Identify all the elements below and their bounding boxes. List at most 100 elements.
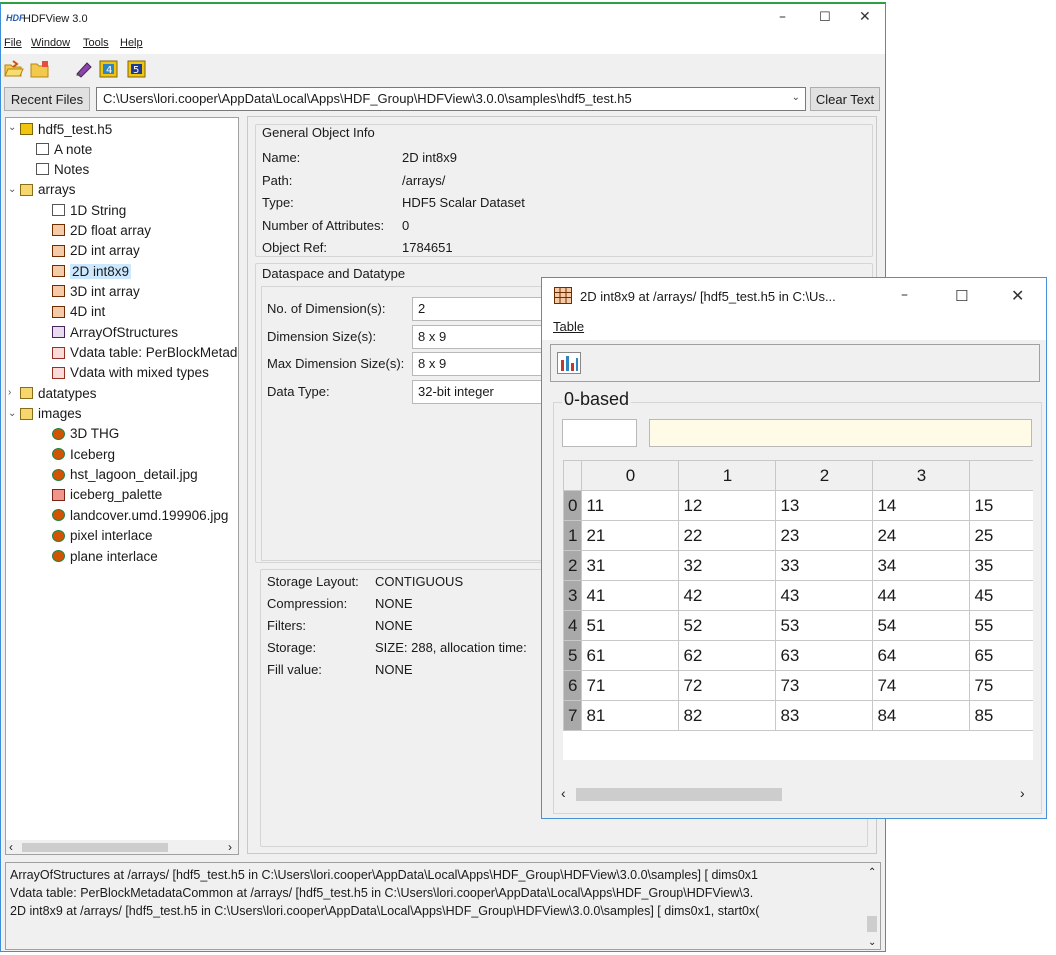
tree-item[interactable]: A note — [36, 139, 92, 159]
tree-item[interactable]: Notes — [36, 159, 89, 179]
table-cell[interactable]: 45 — [969, 580, 1033, 611]
table-cell[interactable]: 55 — [969, 610, 1033, 641]
log-vscrollbar[interactable]: ⌃ ⌄ — [865, 864, 879, 948]
table-cell[interactable]: 35 — [969, 550, 1033, 581]
table-cell[interactable]: 83 — [775, 700, 874, 731]
close-button[interactable]: ✕ — [859, 9, 871, 25]
tree-item[interactable]: 2D float array — [52, 220, 151, 240]
table-cell[interactable]: 13 — [775, 490, 874, 521]
table-cell[interactable]: 42 — [678, 580, 777, 611]
tree-item[interactable]: 4D int — [52, 302, 105, 322]
chart-icon[interactable] — [557, 352, 581, 377]
table-hscroll-thumb[interactable] — [576, 788, 782, 801]
table-cell[interactable]: 22 — [678, 520, 777, 551]
tree-item[interactable]: ArrayOfStructures — [52, 322, 178, 342]
table-cell[interactable]: 63 — [775, 640, 874, 671]
row-header[interactable]: 6 — [563, 670, 583, 701]
menu-table[interactable]: Table — [553, 319, 584, 334]
minimize-button[interactable]: – — [779, 9, 786, 25]
tree-item[interactable]: Vdata table: PerBlockMetadataCommon — [52, 343, 238, 363]
column-header[interactable]: 0 — [581, 460, 680, 491]
menu-file[interactable]: File — [4, 37, 22, 49]
tree-item[interactable]: Vdata with mixed types — [52, 363, 209, 383]
column-header[interactable]: 2 — [775, 460, 874, 491]
table-maximize-button[interactable]: ☐ — [955, 287, 968, 305]
clear-text-button[interactable]: Clear Text — [810, 87, 880, 111]
log-vscroll-thumb[interactable] — [867, 916, 877, 932]
tree-item[interactable]: 1D String — [52, 200, 126, 220]
row-header[interactable]: 2 — [563, 550, 583, 581]
table-cell[interactable]: 81 — [581, 700, 680, 731]
table-scroll-left-icon[interactable]: ‹ — [561, 785, 566, 801]
tree-root[interactable]: hdf5_test.h5 — [20, 119, 112, 139]
tree-item[interactable]: hst_lagoon_detail.jpg — [52, 465, 198, 485]
table-cell[interactable]: 41 — [581, 580, 680, 611]
row-header[interactable]: 3 — [563, 580, 583, 611]
table-cell[interactable]: 44 — [872, 580, 971, 611]
column-header[interactable]: 1 — [678, 460, 777, 491]
table-cell[interactable]: 75 — [969, 670, 1033, 701]
tree-item[interactable]: pixel interlace — [52, 526, 153, 546]
cell-index-field[interactable] — [562, 419, 637, 447]
table-cell[interactable]: 52 — [678, 610, 777, 641]
chevron-down-icon[interactable]: ⌄ — [8, 184, 18, 195]
column-header[interactable]: 3 — [872, 460, 971, 491]
tree-hscrollbar[interactable]: ‹ › — [6, 840, 238, 854]
scroll-down-icon[interactable]: ⌄ — [868, 934, 876, 949]
table-cell[interactable]: 62 — [678, 640, 777, 671]
hdf5-icon[interactable]: 5 — [127, 60, 147, 78]
table-close-button[interactable]: ✕ — [1011, 286, 1024, 305]
menu-window[interactable]: Window — [31, 37, 70, 49]
table-cell[interactable]: 21 — [581, 520, 680, 551]
table-cell[interactable]: 31 — [581, 550, 680, 581]
table-scroll-right-icon[interactable]: › — [1020, 785, 1025, 801]
table-cell[interactable]: 54 — [872, 610, 971, 641]
tree-item[interactable]: datatypes — [20, 383, 97, 403]
tree-item[interactable]: images — [20, 404, 82, 424]
tree-item[interactable]: 2D int array — [52, 241, 140, 261]
tree-item[interactable]: Iceberg — [52, 444, 115, 464]
table-cell[interactable]: 64 — [872, 640, 971, 671]
open-file-icon[interactable] — [4, 60, 24, 78]
table-cell[interactable]: 71 — [581, 670, 680, 701]
tree-hscroll-thumb[interactable] — [22, 843, 168, 852]
table-cell[interactable]: 43 — [775, 580, 874, 611]
column-header[interactable] — [969, 460, 1033, 491]
tree-item[interactable]: plane interlace — [52, 546, 158, 566]
table-cell[interactable]: 82 — [678, 700, 777, 731]
row-header[interactable]: 4 — [563, 610, 583, 641]
chevron-down-icon[interactable]: ⌄ — [8, 408, 18, 419]
table-cell[interactable]: 34 — [872, 550, 971, 581]
maximize-button[interactable]: ☐ — [819, 10, 831, 25]
chevron-right-icon[interactable]: › — [8, 387, 18, 398]
table-cell[interactable]: 12 — [678, 490, 777, 521]
help-icon[interactable]: 4 — [99, 60, 119, 78]
table-minimize-button[interactable]: – — [901, 287, 908, 303]
table-cell[interactable]: 73 — [775, 670, 874, 701]
scroll-left-icon[interactable]: ‹ — [9, 840, 13, 854]
table-cell[interactable]: 25 — [969, 520, 1033, 551]
tree-item[interactable]: 3D int array — [52, 281, 140, 301]
file-path-combo[interactable]: C:\Users\lori.cooper\AppData\Local\Apps\… — [96, 87, 806, 111]
table-cell[interactable]: 65 — [969, 640, 1033, 671]
table-cell[interactable]: 32 — [678, 550, 777, 581]
tree-item[interactable]: 2D int8x9 — [52, 261, 132, 281]
tree-item[interactable]: iceberg_palette — [52, 485, 162, 505]
open-folder-icon[interactable] — [30, 60, 50, 78]
table-cell[interactable]: 74 — [872, 670, 971, 701]
table-cell[interactable]: 14 — [872, 490, 971, 521]
table-cell[interactable]: 15 — [969, 490, 1033, 521]
chevron-down-icon[interactable]: ⌄ — [8, 122, 18, 133]
menu-tools[interactable]: Tools — [83, 37, 109, 49]
table-cell[interactable]: 61 — [581, 640, 680, 671]
tree-item[interactable]: 3D THG — [52, 424, 119, 444]
close-file-icon[interactable] — [74, 60, 94, 78]
recent-files-button[interactable]: Recent Files — [4, 87, 90, 111]
cell-value-field[interactable] — [649, 419, 1032, 447]
row-header[interactable]: 0 — [563, 490, 583, 521]
table-hscrollbar[interactable]: ‹ › — [556, 785, 1038, 803]
table-cell[interactable]: 84 — [872, 700, 971, 731]
row-header[interactable]: 7 — [563, 700, 583, 731]
table-cell[interactable]: 23 — [775, 520, 874, 551]
log-output[interactable]: ArrayOfStructures at /arrays/ [hdf5_test… — [5, 862, 881, 950]
